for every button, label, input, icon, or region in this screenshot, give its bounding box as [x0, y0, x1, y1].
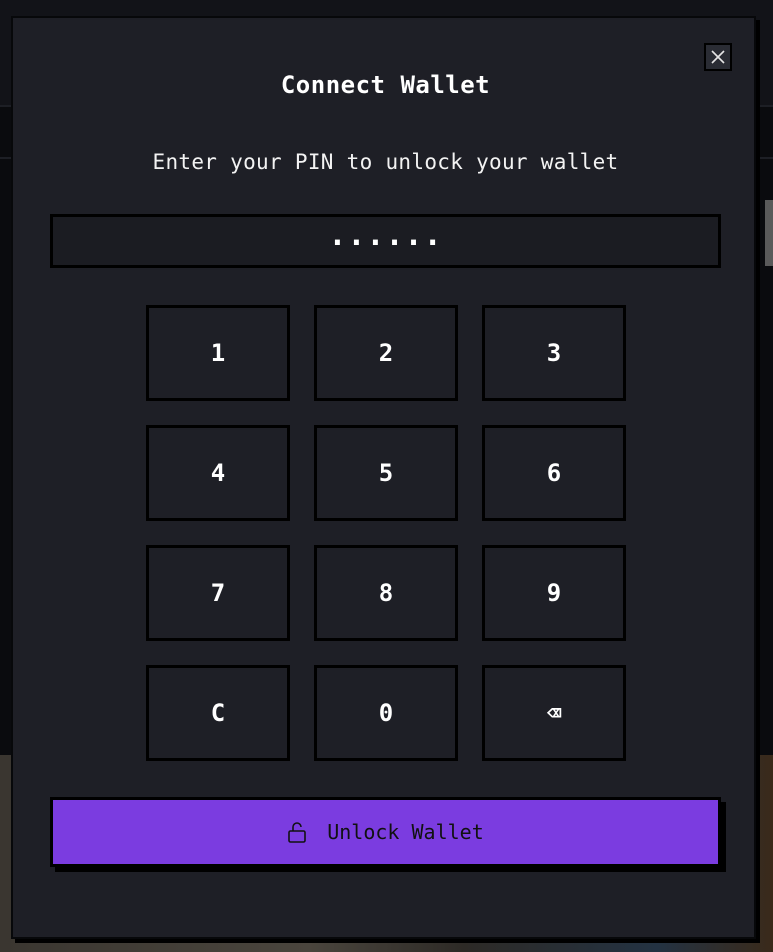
pin-masked-value: ......	[328, 217, 443, 253]
background-tab	[765, 200, 773, 266]
pin-keypad: 1 2 3 4 5 6 7 8 9 C 0 ⌫	[146, 305, 626, 761]
keypad-key-4[interactable]: 4	[146, 425, 290, 521]
keypad-key-2[interactable]: 2	[314, 305, 458, 401]
keypad-key-3[interactable]: 3	[482, 305, 626, 401]
keypad-clear-button[interactable]: C	[146, 665, 290, 761]
unlock-wallet-button[interactable]: Unlock Wallet	[50, 797, 721, 867]
unlock-icon	[288, 822, 307, 843]
keypad-key-7[interactable]: 7	[146, 545, 290, 641]
keypad-key-9[interactable]: 9	[482, 545, 626, 641]
modal-title: Connect Wallet	[280, 71, 491, 99]
close-button[interactable]	[704, 43, 732, 71]
pin-instructions: Enter your PIN to unlock your wallet	[152, 150, 619, 174]
keypad-key-0[interactable]: 0	[314, 665, 458, 761]
keypad-backspace-button[interactable]: ⌫	[482, 665, 626, 761]
keypad-key-5[interactable]: 5	[314, 425, 458, 521]
keypad-key-8[interactable]: 8	[314, 545, 458, 641]
keypad-key-1[interactable]: 1	[146, 305, 290, 401]
pin-input[interactable]: ......	[50, 214, 721, 268]
keypad-key-6[interactable]: 6	[482, 425, 626, 521]
connect-wallet-modal: Connect Wallet Enter your PIN to unlock …	[11, 16, 756, 939]
unlock-wallet-label: Unlock Wallet	[327, 820, 484, 844]
close-icon	[711, 50, 725, 64]
